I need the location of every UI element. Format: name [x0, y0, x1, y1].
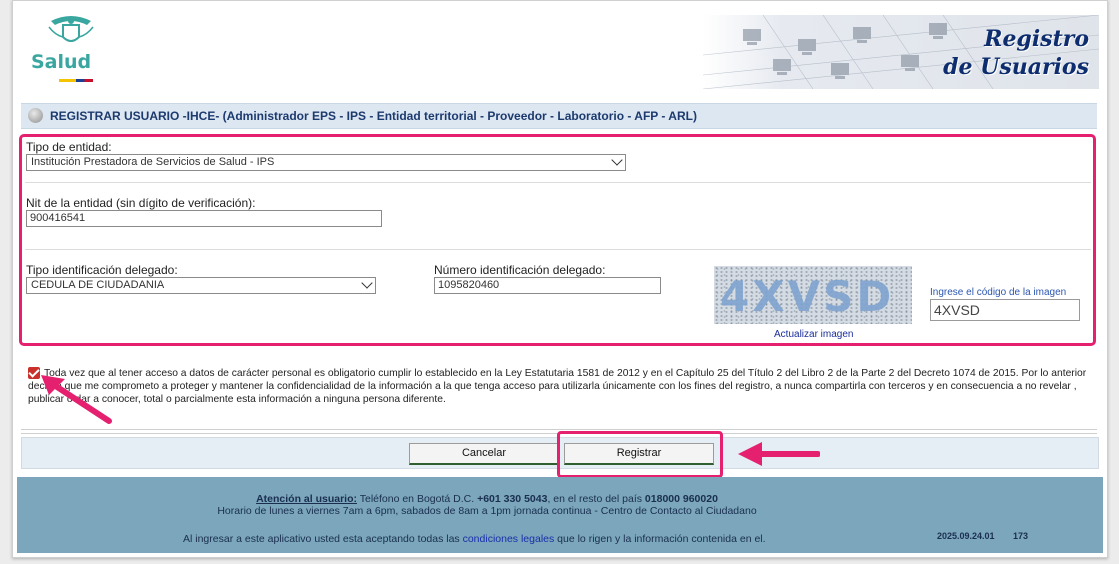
legal-prefix: Al ingresar a este aplicativo usted esta… [183, 533, 463, 545]
registration-form-highlight: Tipo de entidad: Institución Prestadora … [19, 134, 1096, 346]
id-type-select[interactable]: CEDULA DE CIUDADANIA [26, 277, 376, 294]
footer-legal: Al ingresar a este aplicativo usted esta… [183, 533, 766, 545]
divider [25, 182, 1091, 183]
id-type-label: Tipo identificación delegado: [26, 263, 178, 277]
phone-national: 018000 960020 [644, 493, 718, 505]
section-title-bar: REGISTRAR USUARIO -IHCE- (Administrador … [21, 103, 1097, 129]
captcha-image: 4XVSD [714, 266, 912, 324]
salud-logo: Salud [31, 13, 101, 83]
refresh-captcha-link[interactable]: Actualizar imagen [774, 329, 853, 340]
version-number: 173 [1013, 531, 1029, 541]
banner-line2: de Usuarios [943, 54, 1089, 80]
contact-text: Teléfono en Bogotá D.C. [357, 493, 478, 505]
nit-input[interactable]: 900416541 [26, 210, 382, 227]
logo-text: Salud [31, 51, 92, 73]
page-frame: Salud Registro de Usuarios REGISTRAR USU… [12, 0, 1108, 558]
phone-bogota: +601 330 5043 [477, 493, 548, 505]
cancel-button[interactable]: Cancelar [409, 443, 559, 465]
entity-type-select[interactable]: Institución Prestadora de Servicios de S… [26, 154, 626, 171]
banner-title: Registro de Usuarios [943, 25, 1089, 81]
footer-contact: Atención al usuario: Teléfono en Bogotá … [17, 493, 957, 505]
flag-bar [59, 79, 93, 82]
consent-text: Toda vez que al tener acceso a datos de … [28, 368, 1087, 405]
legal-suffix: que lo rigen y la información contenida … [554, 533, 766, 545]
id-number-input[interactable]: 1095820460 [434, 277, 661, 294]
footer: Atención al usuario: Teléfono en Bogotá … [17, 477, 1103, 553]
divider [25, 249, 1091, 250]
id-type-value: CEDULA DE CIUDADANIA [31, 279, 165, 291]
id-number-label: Número identificación delegado: [434, 263, 606, 277]
chevron-down-icon [361, 277, 373, 289]
coat-of-arms-icon [48, 16, 94, 42]
captcha-prompt: Ingrese el código de la imagen [930, 287, 1067, 298]
version-label: 2025.09.24.01 [937, 531, 995, 541]
register-highlight [557, 431, 723, 478]
legal-conditions-link[interactable]: condiciones legales [463, 533, 555, 545]
entity-type-value: Institución Prestadora de Servicios de S… [31, 156, 275, 168]
section-title: REGISTRAR USUARIO -IHCE- (Administrador … [50, 109, 697, 123]
entity-type-label: Tipo de entidad: [26, 140, 112, 154]
footer-schedule: Horario de lunes a viernes 7am a 6pm, sa… [217, 505, 757, 517]
nit-label: Nit de la entidad (sin dígito de verific… [26, 196, 256, 210]
attention-label: Atención al usuario: [256, 493, 357, 505]
captcha-code: 4XVSD [720, 272, 895, 321]
captcha-input[interactable]: 4XVSD [930, 299, 1080, 321]
contact-text-2: , en el resto del país [547, 493, 645, 505]
header-banner: Registro de Usuarios [703, 15, 1099, 89]
bullet-icon [28, 108, 43, 123]
chevron-down-icon [611, 154, 623, 166]
pointer-arrow-icon [738, 442, 820, 466]
divider [21, 429, 1097, 430]
pointer-arrow-icon [41, 375, 112, 424]
banner-line1: Registro [984, 26, 1089, 52]
